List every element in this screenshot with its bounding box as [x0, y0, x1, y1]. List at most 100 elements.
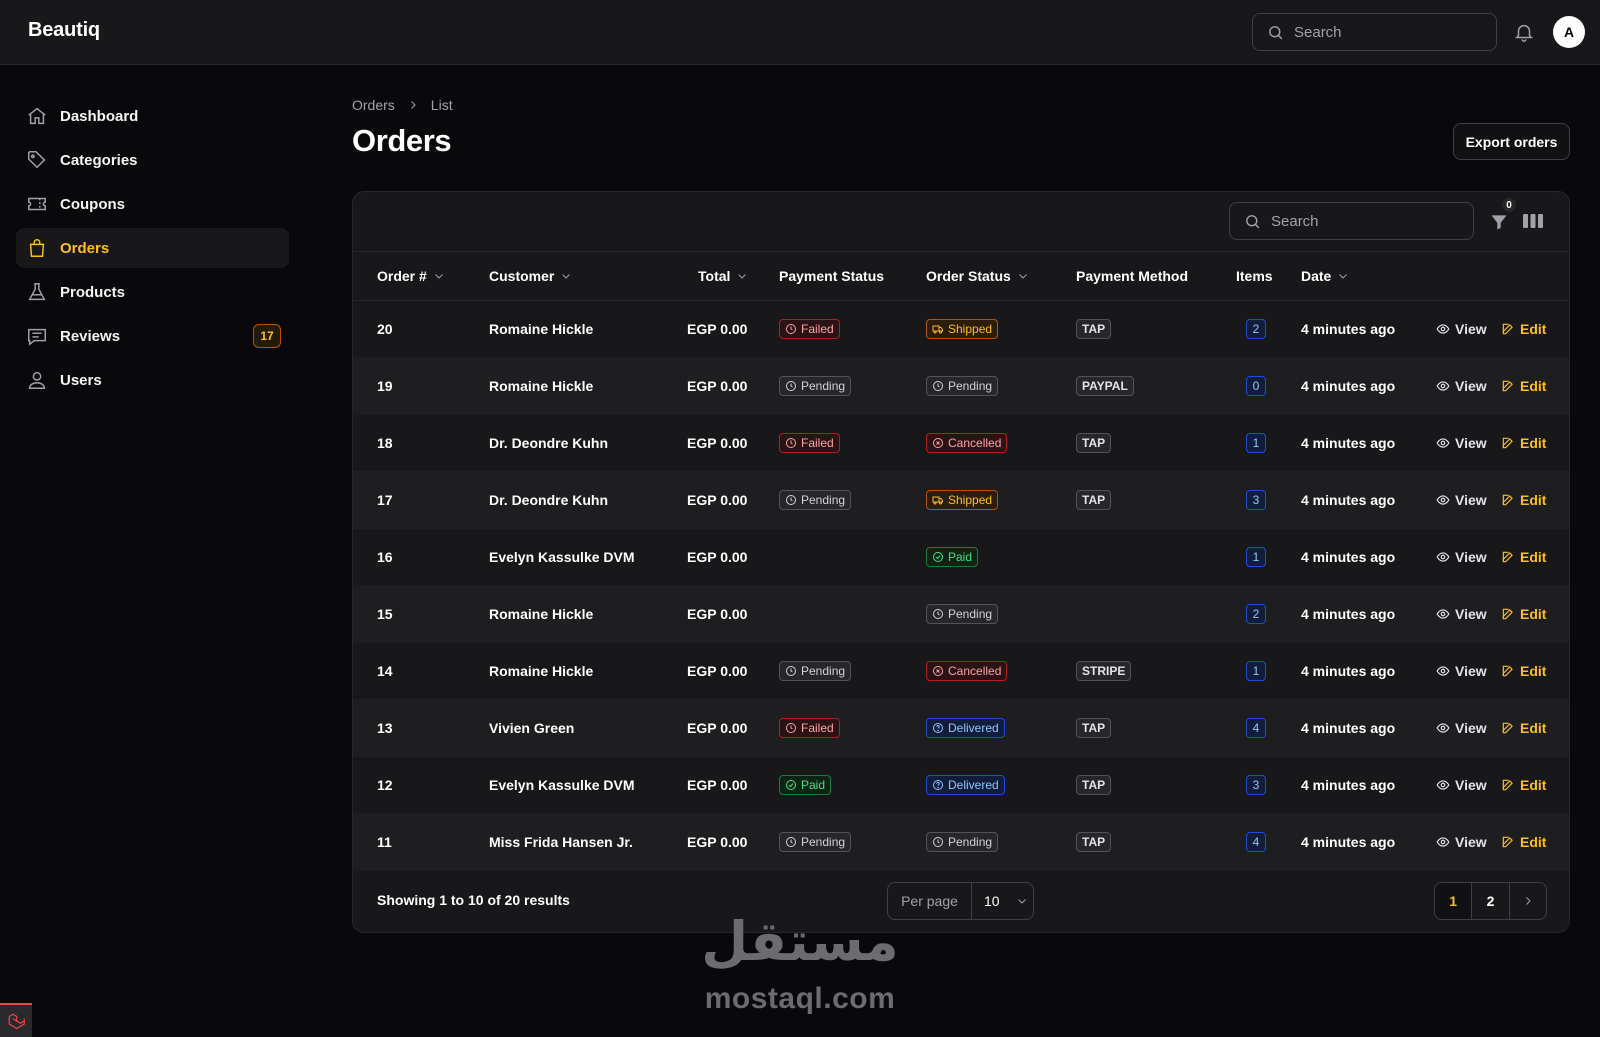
- page-button-2[interactable]: 2: [1472, 883, 1510, 919]
- view-button[interactable]: View: [1436, 606, 1487, 622]
- order-number: 13: [377, 720, 393, 736]
- view-button[interactable]: View: [1436, 663, 1487, 679]
- column-header-label: Payment Method: [1076, 268, 1189, 284]
- question-circle-icon: [933, 723, 943, 733]
- user-avatar[interactable]: A: [1553, 16, 1585, 48]
- order-total: EGP 0.00: [687, 549, 748, 565]
- sidebar-item-categories[interactable]: Categories: [16, 140, 289, 180]
- column-header-label: Total: [698, 268, 731, 284]
- table-row[interactable]: 12 Evelyn Kassulke DVM EGP 0.00 Paid Del…: [353, 757, 1569, 814]
- order-status-badge: Shipped: [926, 319, 999, 339]
- eye-icon: [1436, 666, 1450, 676]
- order-date: 4 minutes ago: [1301, 834, 1396, 850]
- payment-method-badge: TAP: [1076, 490, 1112, 510]
- customer-name: Romaine Hickle: [489, 321, 594, 337]
- order-status-badge-label: Cancelled: [948, 664, 1002, 678]
- chevron-right-icon: [1525, 897, 1531, 905]
- column-header-date[interactable]: Date: [1301, 268, 1349, 284]
- ticket-icon: [28, 197, 46, 211]
- order-status-badge-label: Shipped: [948, 493, 993, 507]
- sidebar-item-orders[interactable]: Orders: [16, 228, 289, 268]
- payment-status-badge: Pending: [779, 490, 852, 510]
- edit-button[interactable]: Edit: [1501, 834, 1546, 850]
- view-button[interactable]: View: [1436, 492, 1487, 508]
- edit-button[interactable]: Edit: [1501, 606, 1546, 622]
- view-button[interactable]: View: [1436, 549, 1487, 565]
- order-number: 12: [377, 777, 393, 793]
- table-row[interactable]: 18 Dr. Deondre Kuhn EGP 0.00 Failed Canc…: [353, 415, 1569, 472]
- table-row[interactable]: 19 Romaine Hickle EGP 0.00 Pending Pendi…: [353, 358, 1569, 415]
- view-button[interactable]: View: [1436, 321, 1487, 337]
- view-button[interactable]: View: [1436, 834, 1487, 850]
- table-row[interactable]: 20 Romaine Hickle EGP 0.00 Failed Shippe…: [353, 301, 1569, 358]
- view-button[interactable]: View: [1436, 435, 1487, 451]
- payment-status-badge-label: Failed: [801, 721, 834, 735]
- per-page-select[interactable]: Per page 10: [887, 882, 1034, 920]
- edit-icon: [1502, 551, 1513, 563]
- view-button[interactable]: View: [1436, 720, 1487, 736]
- sidebar-item-coupons[interactable]: Coupons: [16, 184, 289, 224]
- eye-icon: [1436, 438, 1450, 448]
- clock-icon: [786, 438, 796, 448]
- table-row[interactable]: 15 Romaine Hickle EGP 0.00 Pending 2 4 m…: [353, 586, 1569, 643]
- edit-icon: [1502, 323, 1513, 335]
- edit-button[interactable]: Edit: [1501, 663, 1546, 679]
- order-status-badge-label: Paid: [948, 550, 973, 564]
- customer-name: Evelyn Kassulke DVM: [489, 549, 635, 565]
- column-header-label: Payment Status: [779, 268, 885, 284]
- table-row[interactable]: 14 Romaine Hickle EGP 0.00 Pending Cance…: [353, 643, 1569, 700]
- edit-button[interactable]: Edit: [1501, 549, 1546, 565]
- clock-icon: [786, 723, 796, 733]
- table-row[interactable]: 13 Vivien Green EGP 0.00 Failed Delivere…: [353, 700, 1569, 757]
- table-row[interactable]: 17 Dr. Deondre Kuhn EGP 0.00 Pending Shi…: [353, 472, 1569, 529]
- edit-button[interactable]: Edit: [1501, 492, 1546, 508]
- column-header-total[interactable]: Total: [698, 268, 748, 284]
- watermark-arabic: مستقل: [701, 910, 899, 973]
- order-date: 4 minutes ago: [1301, 378, 1396, 394]
- edit-label: Edit: [1520, 663, 1547, 679]
- column-header-customer[interactable]: Customer: [489, 268, 572, 284]
- customer-name: Romaine Hickle: [489, 378, 594, 394]
- sidebar-item-dashboard[interactable]: Dashboard: [16, 96, 289, 136]
- tag-icon: [28, 151, 46, 169]
- next-page-button[interactable]: [1510, 883, 1546, 919]
- eye-icon: [1436, 495, 1450, 505]
- sidebar-item-reviews[interactable]: Reviews 17: [16, 316, 289, 356]
- columns-icon[interactable]: [1523, 213, 1543, 229]
- table-row[interactable]: 16 Evelyn Kassulke DVM EGP 0.00 Paid 1 4…: [353, 529, 1569, 586]
- column-header-order-status[interactable]: Order Status: [926, 268, 1029, 284]
- chevron-down-icon: [1018, 274, 1027, 279]
- payment-method-badge: TAP: [1076, 433, 1112, 453]
- order-date: 4 minutes ago: [1301, 321, 1396, 337]
- column-header-order[interactable]: Order #: [377, 268, 445, 284]
- items-count-badge: 3: [1246, 490, 1266, 510]
- edit-icon: [1502, 722, 1513, 734]
- order-status-badge: Shipped: [926, 490, 999, 510]
- page-button-1[interactable]: 1: [1435, 883, 1473, 919]
- order-number: 17: [377, 492, 393, 508]
- edit-button[interactable]: Edit: [1501, 378, 1546, 394]
- breadcrumb-parent[interactable]: Orders: [352, 97, 395, 113]
- table-row[interactable]: 11 Miss Frida Hansen Jr. EGP 0.00 Pendin…: [353, 814, 1569, 871]
- order-status-badge: Cancelled: [926, 661, 1008, 681]
- global-search-input[interactable]: Search: [1252, 13, 1497, 51]
- view-button[interactable]: View: [1436, 378, 1487, 394]
- sidebar-item-products[interactable]: Products: [16, 272, 289, 312]
- chevron-down-icon: [562, 274, 571, 279]
- edit-button[interactable]: Edit: [1501, 720, 1546, 736]
- edit-icon: [1502, 494, 1513, 506]
- search-icon: [1246, 214, 1260, 228]
- orders-table-card: Search 0 Order # Customer Total Payment …: [352, 191, 1570, 933]
- order-date: 4 minutes ago: [1301, 777, 1396, 793]
- table-search-input[interactable]: Search: [1229, 202, 1474, 240]
- edit-button[interactable]: Edit: [1501, 321, 1546, 337]
- view-button[interactable]: View: [1436, 777, 1487, 793]
- bell-icon[interactable]: [1513, 20, 1535, 44]
- view-label: View: [1455, 435, 1487, 451]
- edit-button[interactable]: Edit: [1501, 777, 1546, 793]
- brand-logo[interactable]: Beautiq: [28, 19, 100, 42]
- filter-icon[interactable]: [1489, 212, 1509, 232]
- sidebar-item-users[interactable]: Users: [16, 360, 289, 400]
- export-orders-button[interactable]: Export orders: [1453, 123, 1570, 160]
- edit-button[interactable]: Edit: [1501, 435, 1546, 451]
